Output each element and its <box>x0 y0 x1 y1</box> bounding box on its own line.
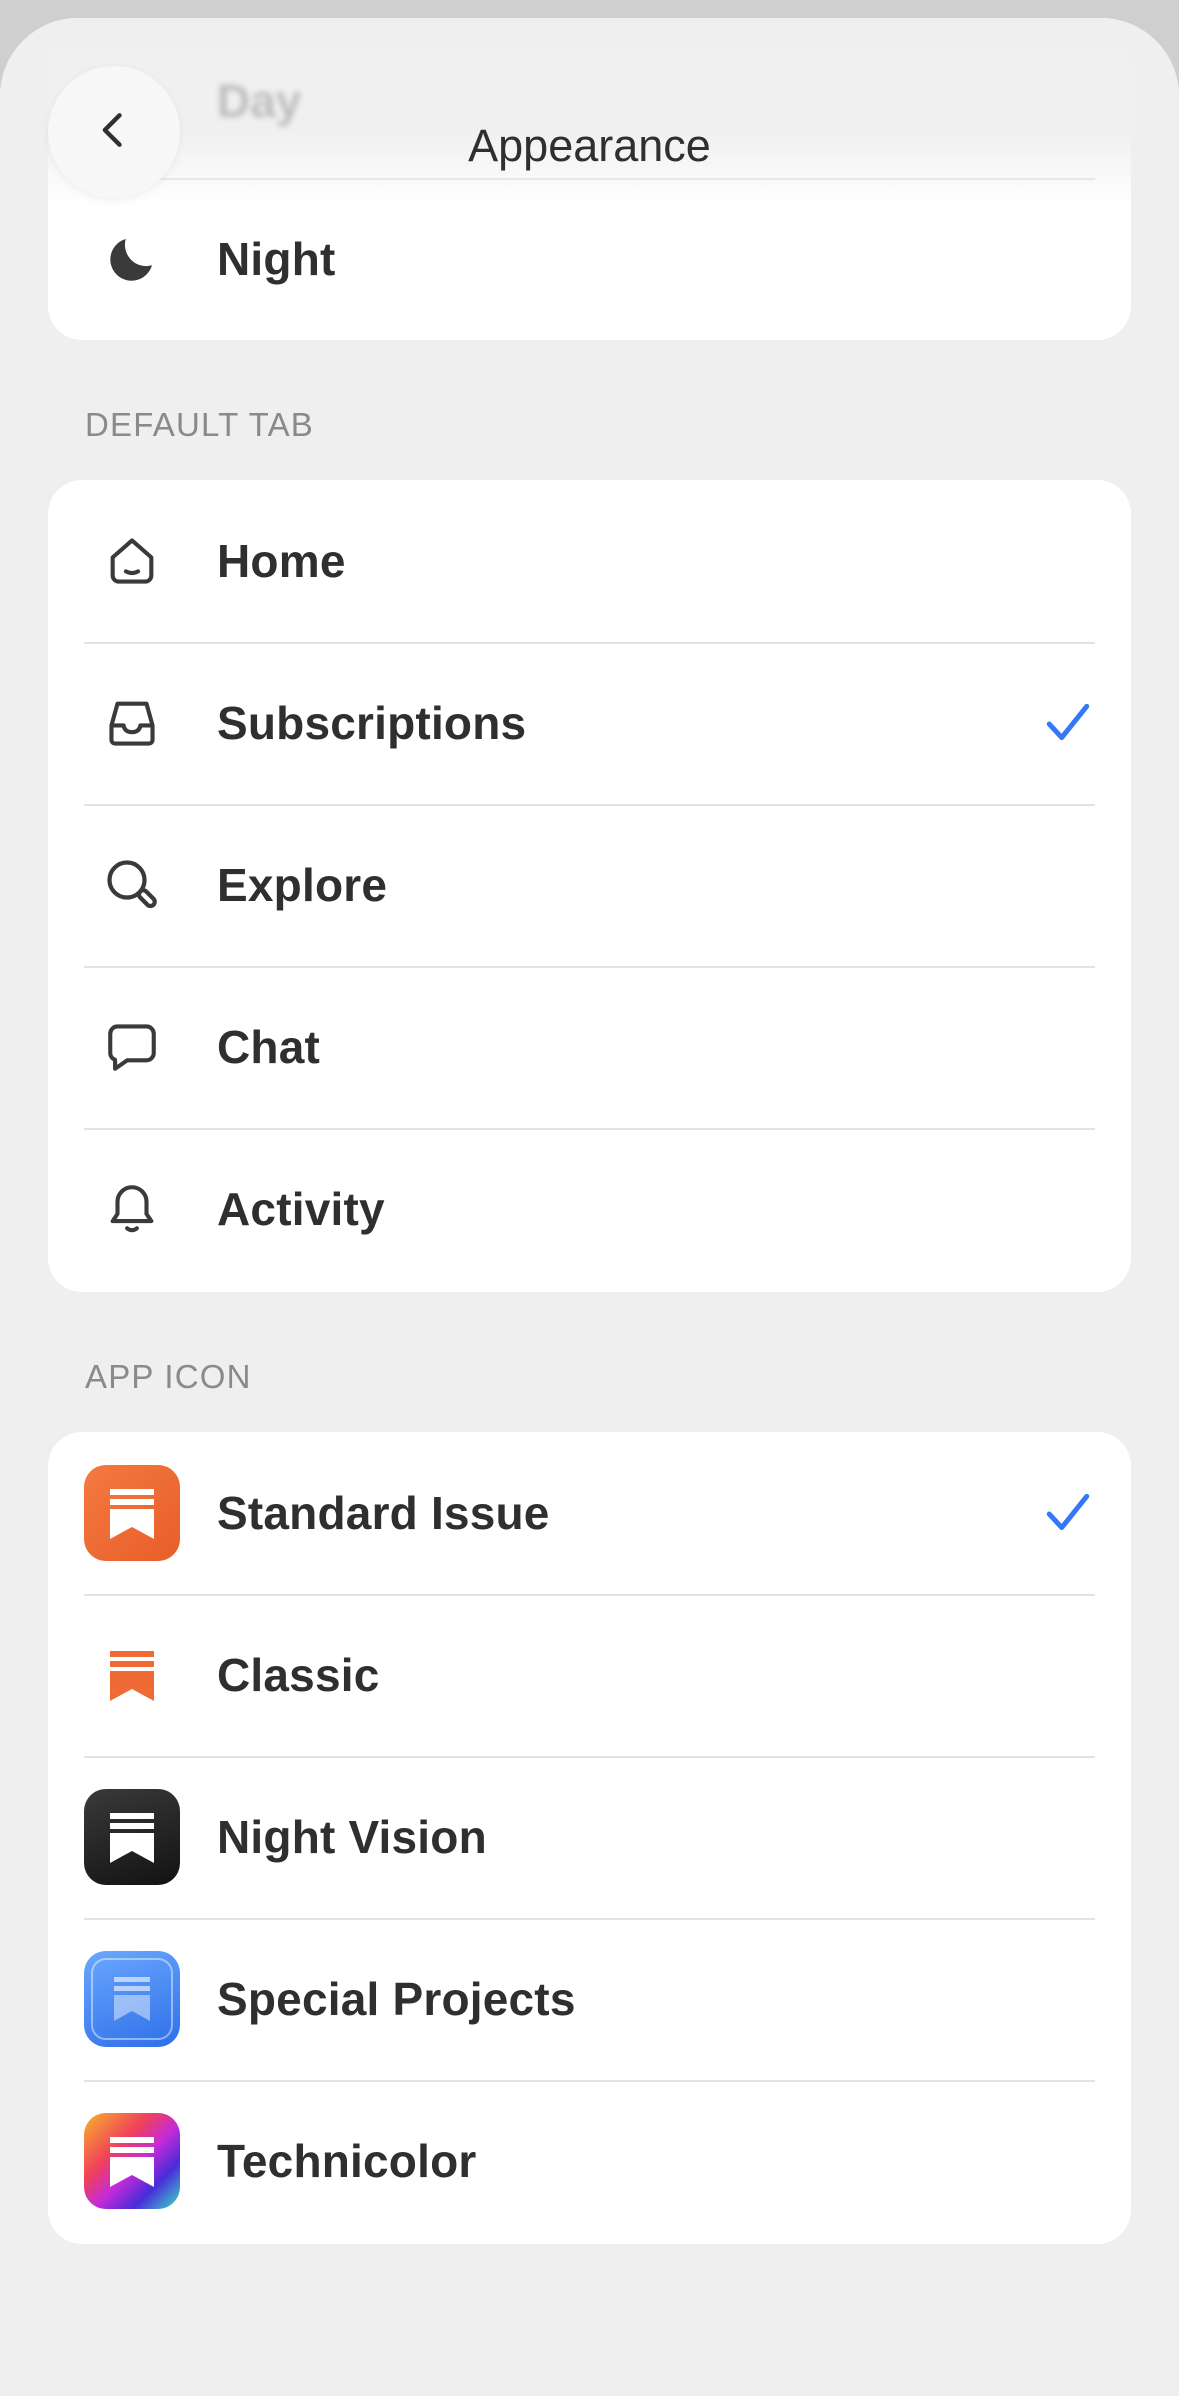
default-tab-label: Chat <box>217 1021 321 1073</box>
search-icon <box>84 837 180 933</box>
page-title: Appearance <box>468 120 711 171</box>
night-vision-app-icon <box>84 1789 180 1885</box>
chat-bubble-icon <box>84 999 180 1095</box>
default-tab-option-home[interactable]: Home <box>48 480 1131 642</box>
technicolor-app-icon <box>84 2113 180 2209</box>
app-icon-option-special-projects[interactable]: Special Projects <box>48 1918 1131 2080</box>
home-icon <box>84 513 180 609</box>
classic-app-icon <box>84 1627 180 1723</box>
settings-sheet: Night Day Appearance DEFAULT TAB Home Su… <box>0 18 1179 2396</box>
moon-icon <box>84 211 180 307</box>
default-tab-card: Home Subscriptions Explore Chat Activity <box>48 480 1131 1292</box>
app-icon-label: Night Vision <box>217 1811 487 1863</box>
app-icon-option-standard-issue[interactable]: Standard Issue <box>48 1432 1131 1594</box>
default-tab-label: Subscriptions <box>217 697 527 749</box>
app-icon-label: Classic <box>217 1649 380 1701</box>
checkmark-icon <box>1043 1488 1093 1538</box>
special-projects-app-icon <box>84 1951 180 2047</box>
default-tab-option-activity[interactable]: Activity <box>48 1128 1131 1290</box>
inbox-icon <box>84 675 180 771</box>
appearance-option-label: Night <box>217 233 336 285</box>
default-tab-option-subscriptions[interactable]: Subscriptions <box>48 642 1131 804</box>
checkmark-icon <box>1043 698 1093 748</box>
app-icon-section-label: APP ICON <box>85 1358 252 1395</box>
app-icon-label: Technicolor <box>217 2135 477 2187</box>
standard-issue-app-icon <box>84 1465 180 1561</box>
default-tab-option-chat[interactable]: Chat <box>48 966 1131 1128</box>
app-icon-option-night-vision[interactable]: Night Vision <box>48 1756 1131 1918</box>
app-icon-label: Standard Issue <box>217 1487 550 1539</box>
default-tab-label: Explore <box>217 859 388 911</box>
top-bar: Day Appearance <box>0 18 1179 208</box>
default-tab-section-label: DEFAULT TAB <box>85 406 314 443</box>
default-tab-label: Home <box>217 535 346 587</box>
default-tab-label: Activity <box>217 1183 385 1235</box>
app-icon-option-technicolor[interactable]: Technicolor <box>48 2080 1131 2242</box>
default-tab-option-explore[interactable]: Explore <box>48 804 1131 966</box>
app-icon-label: Special Projects <box>217 1973 576 2025</box>
app-icon-option-classic[interactable]: Classic <box>48 1594 1131 1756</box>
app-icon-card: Standard Issue Classic Night Vision Spec… <box>48 1432 1131 2244</box>
bell-icon <box>84 1161 180 1257</box>
